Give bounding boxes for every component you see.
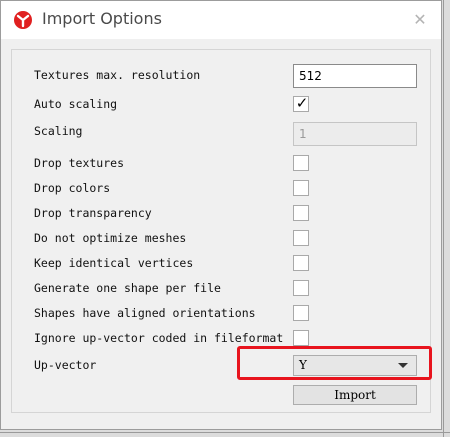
generate-one-shape-per-file-label: Generate one shape per file [34,281,221,295]
checkmark-icon: ✓ [295,94,309,112]
auto-scaling-checkbox[interactable]: ✓ [293,94,309,112]
background-line [0,432,450,433]
background-line [443,0,444,437]
scaling-label: Scaling [34,124,83,138]
keep-identical-vertices-label: Keep identical vertices [34,256,194,270]
option-auto-scaling: Auto scaling ✓ [12,93,430,117]
drop-colors-label: Drop colors [34,181,111,195]
drop-transparency-label: Drop transparency [34,206,152,220]
drop-transparency-checkbox[interactable] [293,205,309,221]
option-do-not-optimize-meshes: Do not optimize meshes [12,227,430,251]
scaling-input: 1 [293,122,417,146]
drop-textures-label: Drop textures [34,156,125,170]
close-icon[interactable]: ✕ [407,7,433,33]
keep-identical-vertices-checkbox[interactable] [293,255,309,271]
import-options-dialog: Import Options ✕ Textures max. resolutio… [0,0,442,430]
shapes-aligned-orientations-label: Shapes have aligned orientations [34,306,256,320]
option-shapes-aligned-orientations: Shapes have aligned orientations [12,302,430,326]
do-not-optimize-meshes-checkbox[interactable] [293,230,309,246]
textures-max-resolution-label: Textures max. resolution [34,68,201,82]
option-keep-identical-vertices: Keep identical vertices [12,252,430,276]
drop-colors-checkbox[interactable] [293,180,309,196]
do-not-optimize-meshes-label: Do not optimize meshes [34,231,187,245]
textures-max-resolution-input[interactable]: 512 [293,64,417,88]
window-title: Import Options [42,9,162,28]
annotation-highlight-box [237,346,432,380]
app-logo-icon [13,10,33,30]
ignore-up-vector-checkbox[interactable] [293,330,309,346]
up-vector-label: Up-vector [34,358,97,372]
option-textures-max-resolution: Textures max. resolution 512 [12,64,430,88]
generate-one-shape-per-file-checkbox[interactable] [293,280,309,296]
title-bar: Import Options ✕ [1,1,441,39]
auto-scaling-label: Auto scaling [34,97,118,111]
drop-textures-checkbox[interactable] [293,155,309,171]
option-generate-one-shape-per-file: Generate one shape per file [12,277,430,301]
option-drop-colors: Drop colors [12,177,430,201]
ignore-up-vector-label: Ignore up-vector coded in fileformat [34,331,284,345]
option-drop-transparency: Drop transparency [12,202,430,226]
option-drop-textures: Drop textures [12,152,430,176]
shapes-aligned-orientations-checkbox[interactable] [293,305,309,321]
option-scaling: Scaling 1 [12,122,430,146]
import-button[interactable]: Import [293,385,417,405]
